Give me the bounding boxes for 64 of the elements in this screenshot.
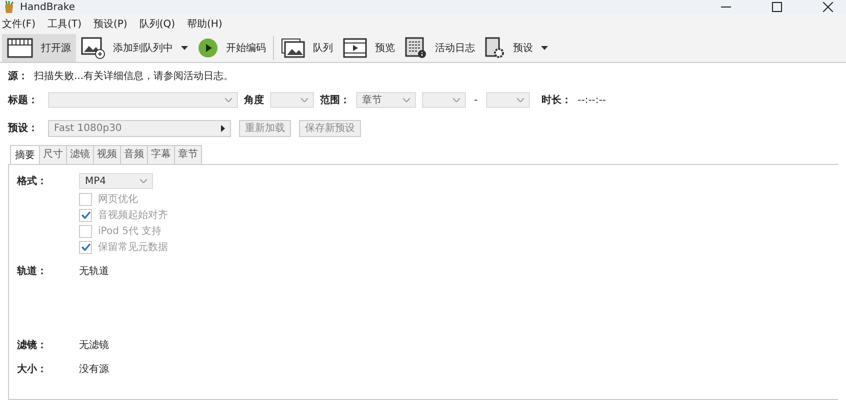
chevron-down-icon bbox=[453, 98, 460, 102]
angle-label: 角度 bbox=[244, 93, 264, 107]
filters-label: 滤镜： bbox=[17, 338, 48, 352]
toolbar-button[interactable]: 预设 bbox=[480, 34, 553, 62]
menu-item[interactable]: 预设(P) bbox=[93, 17, 128, 31]
range-separator: - bbox=[474, 94, 478, 106]
title-label: 标题： bbox=[8, 94, 39, 107]
menu-item[interactable]: 工具(T) bbox=[48, 17, 82, 31]
checkmark-icon bbox=[80, 211, 90, 219]
angle-dropdown[interactable] bbox=[270, 92, 314, 108]
tab[interactable]: 尺寸 bbox=[40, 145, 67, 165]
tab[interactable]: 滤镜 bbox=[67, 145, 94, 165]
tab[interactable]: 音频 bbox=[121, 145, 148, 165]
size-label: 大小： bbox=[17, 362, 48, 376]
toolbar-button[interactable]: 打开源 bbox=[2, 34, 76, 62]
duration-label: 时长： bbox=[542, 94, 572, 107]
clapperboard-icon bbox=[7, 38, 33, 58]
title-dropdown[interactable] bbox=[48, 92, 238, 108]
chevron-down-icon bbox=[403, 98, 410, 102]
document-gear-icon bbox=[485, 37, 505, 59]
source-label: 源： bbox=[8, 70, 28, 83]
start-chapter-dropdown[interactable] bbox=[422, 92, 466, 108]
toolbar-button[interactable]: 预览 bbox=[338, 34, 400, 62]
tab[interactable]: 字幕 bbox=[148, 145, 175, 165]
images-icon bbox=[281, 38, 305, 58]
tab[interactable]: 章节 bbox=[175, 145, 202, 165]
range-dropdown[interactable]: 章节 bbox=[356, 92, 416, 108]
film-icon bbox=[343, 38, 367, 58]
close-icon[interactable] bbox=[823, 2, 833, 12]
menu-item[interactable]: 文件(F) bbox=[2, 17, 36, 31]
tab[interactable]: 摘要 bbox=[10, 145, 40, 165]
triangle-right-icon bbox=[221, 124, 225, 132]
duration-value: --:--:-- bbox=[578, 94, 606, 106]
chevron-down-icon bbox=[301, 98, 308, 102]
tab[interactable]: 视频 bbox=[94, 145, 121, 165]
toolbar-button[interactable]: 队列 bbox=[276, 34, 338, 62]
range-label: 范围： bbox=[320, 94, 350, 107]
play-icon bbox=[198, 38, 218, 58]
chevron-down-icon bbox=[140, 179, 147, 183]
tracks-value: 无轨道 bbox=[79, 264, 109, 278]
end-chapter-dropdown[interactable] bbox=[486, 92, 530, 108]
log-icon bbox=[405, 37, 427, 59]
size-value: 没有源 bbox=[79, 363, 109, 376]
image-add-icon bbox=[81, 37, 105, 59]
chevron-down-icon bbox=[516, 98, 524, 102]
drink-icon bbox=[2, 0, 16, 14]
format-label: 格式： bbox=[17, 174, 48, 188]
toolbar-button[interactable]: 添加到队列中 bbox=[76, 34, 193, 62]
preset-selector[interactable]: Fast 1080p30 bbox=[48, 120, 231, 136]
caret-icon bbox=[181, 46, 188, 50]
preset-label: 预设： bbox=[8, 122, 39, 135]
toolbar-button[interactable]: 开始编码 bbox=[193, 34, 271, 62]
checkmark-icon bbox=[80, 243, 90, 251]
maximize-icon[interactable] bbox=[772, 2, 782, 12]
chevron-down-icon bbox=[225, 98, 232, 102]
filters-value: 无滤镜 bbox=[79, 338, 109, 352]
format-dropdown[interactable]: MP4 bbox=[79, 173, 153, 189]
toolbar-button[interactable]: 活动日志 bbox=[400, 34, 480, 62]
caret-icon bbox=[541, 46, 548, 50]
tracks-label: 轨道： bbox=[17, 264, 48, 278]
window-title: HandBrake bbox=[20, 2, 76, 12]
menu-item[interactable]: 队列(Q) bbox=[139, 17, 176, 31]
menu-item[interactable]: 帮助(H) bbox=[187, 17, 222, 31]
source-message: 扫描失败...有关详细信息，请参阅活动日志。 bbox=[34, 70, 234, 83]
